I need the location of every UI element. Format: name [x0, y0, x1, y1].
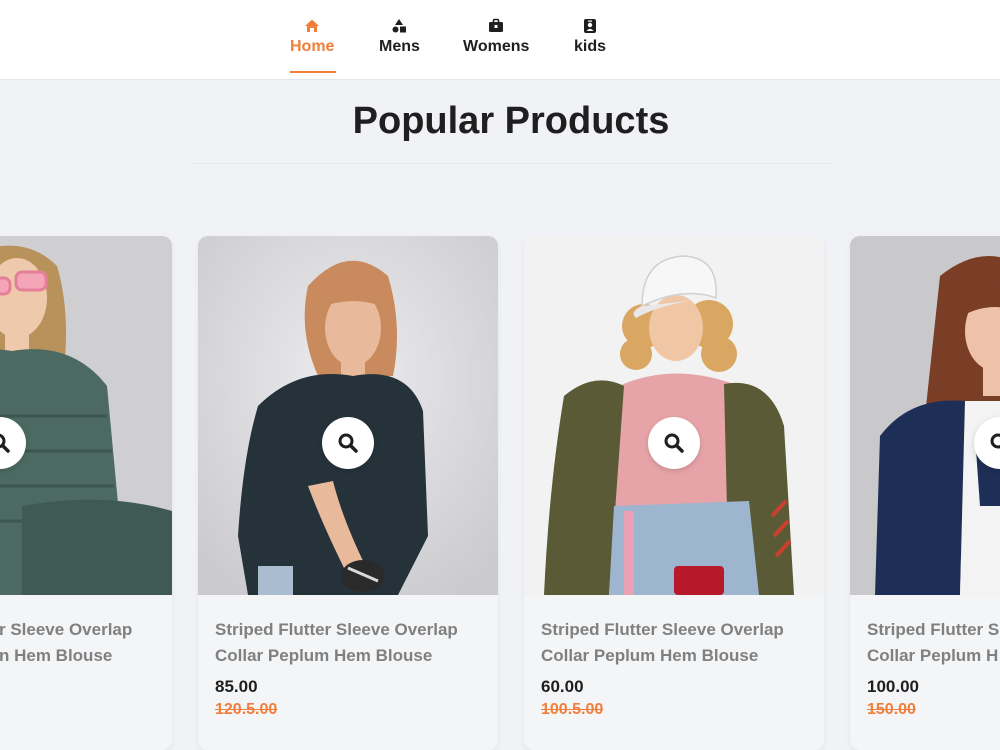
nav-item-home[interactable]: Home — [290, 18, 334, 56]
product-image — [850, 236, 1000, 595]
active-tab-indicator — [290, 71, 336, 73]
id-badge-icon — [584, 19, 596, 33]
product-name[interactable]: Striped Flutter Sleeve Overlap Collar Pe… — [215, 617, 485, 669]
product-image — [198, 236, 498, 595]
briefcase-icon — [489, 18, 504, 32]
home-icon — [305, 19, 320, 32]
product-image — [0, 236, 172, 595]
nav-item-mens[interactable]: Mens — [379, 18, 420, 56]
product-name-line: Striped Flutter Sleeve Overlap — [215, 620, 458, 639]
section-divider — [192, 163, 830, 164]
product-name-line: Striped Flutter S — [867, 620, 1000, 639]
product-card[interactable]: Striped Flutter Sleeve Overlap Collar Pe… — [524, 236, 824, 750]
product-info: r Sleeve Overlap n Hem Blouse — [0, 617, 159, 669]
product-name[interactable]: r Sleeve Overlap n Hem Blouse — [0, 617, 159, 669]
nav-item-womens[interactable]: Womens — [463, 18, 529, 56]
product-old-price: 120.5.00 — [215, 701, 278, 718]
product-name-line: Collar Peplum H — [867, 646, 999, 665]
product-name-line: n Hem Blouse — [0, 646, 113, 665]
search-icon — [664, 433, 684, 453]
zoom-button[interactable] — [648, 417, 700, 469]
shapes-icon — [392, 19, 407, 33]
product-card[interactable]: r Sleeve Overlap n Hem Blouse — [0, 236, 172, 750]
product-name[interactable]: Striped Flutter S Collar Peplum H — [867, 617, 1000, 669]
search-icon — [990, 433, 1000, 449]
product-image — [524, 236, 824, 595]
product-price: 100.00 — [867, 677, 919, 696]
product-carousel: r Sleeve Overlap n Hem Blouse Striped Fl… — [0, 200, 1000, 750]
product-old-price: 100.5.00 — [541, 701, 604, 718]
nav-item-label: Home — [290, 38, 335, 55]
search-icon — [0, 433, 10, 453]
product-info: Striped Flutter S Collar Peplum H 100.00… — [867, 617, 1000, 719]
product-old-price: 150.00 — [867, 701, 916, 718]
section-title: Popular Products — [352, 100, 670, 142]
nav-item-label: Mens — [379, 38, 420, 55]
product-price: 85.00 — [215, 677, 258, 696]
nav-item-label: kids — [574, 38, 607, 55]
search-icon — [338, 433, 358, 453]
top-navigation: Home Mens Womens kids — [0, 0, 1000, 80]
product-name-line: Striped Flutter Sleeve Overlap — [541, 620, 784, 639]
product-price: 60.00 — [541, 677, 584, 696]
product-info: Striped Flutter Sleeve Overlap Collar Pe… — [541, 617, 811, 719]
product-card[interactable]: Striped Flutter S Collar Peplum H 100.00… — [850, 236, 1000, 750]
zoom-button[interactable] — [322, 417, 374, 469]
product-name[interactable]: Striped Flutter Sleeve Overlap Collar Pe… — [541, 617, 811, 669]
product-card[interactable]: Striped Flutter Sleeve Overlap Collar Pe… — [198, 236, 498, 750]
product-name-line: Collar Peplum Hem Blouse — [215, 646, 433, 665]
nav-item-kids[interactable]: kids — [574, 18, 606, 56]
product-name-line: Collar Peplum Hem Blouse — [541, 646, 759, 665]
product-info: Striped Flutter Sleeve Overlap Collar Pe… — [215, 617, 485, 719]
nav-item-label: Womens — [463, 38, 530, 55]
product-name-line: r Sleeve Overlap — [0, 620, 133, 639]
